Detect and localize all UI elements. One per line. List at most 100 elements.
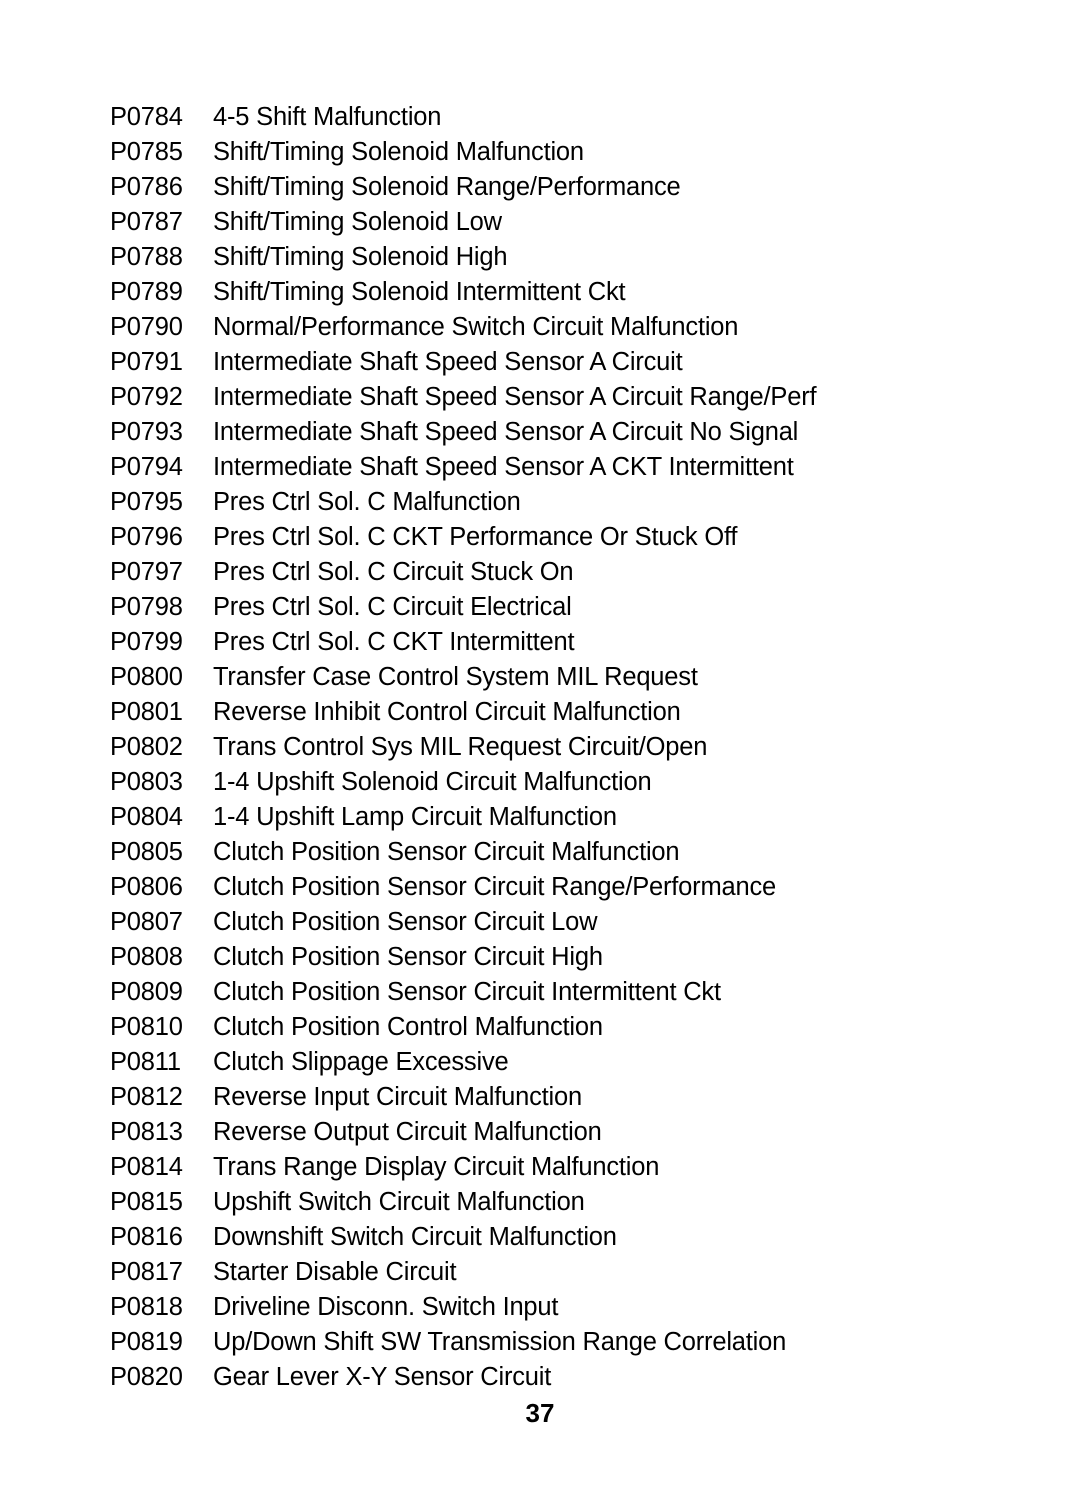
code-row: P0789 Shift/Timing Solenoid Intermittent … bbox=[110, 275, 990, 310]
code-id: P0800 bbox=[110, 663, 183, 691]
code-row: P0799 Pres Ctrl Sol. C CKT Intermittent bbox=[110, 625, 990, 660]
code-row: P0816 Downshift Switch Circuit Malfunctio… bbox=[110, 1220, 990, 1255]
code-description: Gear Lever X-Y Sensor Circuit bbox=[213, 1363, 552, 1391]
code-id: P0808 bbox=[110, 943, 183, 971]
code-row: P0800 Transfer Case Control System MIL Re… bbox=[110, 660, 990, 695]
code-row: P0813 Reverse Output Circuit Malfunction bbox=[110, 1115, 990, 1150]
code-row: P0806 Clutch Position Sensor Circuit Rang… bbox=[110, 870, 990, 905]
code-row: P0798 Pres Ctrl Sol. C Circuit Electrical bbox=[110, 590, 990, 625]
code-id: P0793 bbox=[110, 418, 183, 446]
code-description: Shift/Timing Solenoid Low bbox=[213, 208, 502, 236]
code-id: P0806 bbox=[110, 873, 183, 901]
code-description: Clutch Slippage Excessive bbox=[213, 1048, 509, 1076]
code-description: Intermediate Shaft Speed Sensor A CKT In… bbox=[213, 453, 794, 481]
code-id: P0788 bbox=[110, 243, 183, 271]
code-description: Pres Ctrl Sol. C Malfunction bbox=[213, 488, 521, 516]
code-description: Clutch Position Control Malfunction bbox=[213, 1013, 603, 1041]
code-id: P0816 bbox=[110, 1223, 183, 1251]
code-description: Shift/Timing Solenoid Intermittent Ckt bbox=[213, 278, 626, 306]
code-row: P0820 Gear Lever X-Y Sensor Circuit bbox=[110, 1360, 990, 1395]
code-row: P0814 Trans Range Display Circuit Malfunc… bbox=[110, 1150, 990, 1185]
code-description: Clutch Position Sensor Circuit Intermitt… bbox=[213, 978, 721, 1006]
code-id: P0794 bbox=[110, 453, 183, 481]
code-description: Pres Ctrl Sol. C CKT Intermittent bbox=[213, 628, 575, 656]
code-id: P0792 bbox=[110, 383, 183, 411]
code-row: P0818 Driveline Disconn. Switch Input bbox=[110, 1290, 990, 1325]
code-id: P0795 bbox=[110, 488, 183, 516]
code-id: P0805 bbox=[110, 838, 183, 866]
code-id: P0801 bbox=[110, 698, 183, 726]
code-description: Clutch Position Sensor Circuit Low bbox=[213, 908, 598, 936]
code-id: P0815 bbox=[110, 1188, 183, 1216]
code-description: Clutch Position Sensor Circuit High bbox=[213, 943, 603, 971]
code-description: Intermediate Shaft Speed Sensor A Circui… bbox=[213, 418, 799, 446]
diagnostic-code-list: P0784 4-5 Shift Malfunction P0785 Shift/Tim… bbox=[110, 100, 990, 1395]
code-id: P0799 bbox=[110, 628, 183, 656]
code-id: P0818 bbox=[110, 1293, 183, 1321]
code-row: P0791 Intermediate Shaft Speed Sensor A C… bbox=[110, 345, 990, 380]
code-row: P0787 Shift/Timing Solenoid Low bbox=[110, 205, 990, 240]
code-id: P0809 bbox=[110, 978, 183, 1006]
code-row: P0810 Clutch Position Control Malfunction bbox=[110, 1010, 990, 1045]
code-row: P0796 Pres Ctrl Sol. C CKT Performance Or… bbox=[110, 520, 990, 555]
code-description: Starter Disable Circuit bbox=[213, 1258, 457, 1286]
code-id: P0787 bbox=[110, 208, 183, 236]
code-description: Shift/Timing Solenoid Range/Performance bbox=[213, 173, 681, 201]
code-row: P0803 1-4 Upshift Solenoid Circuit Malfun… bbox=[110, 765, 990, 800]
code-description: Up/Down Shift SW Transmission Range Corr… bbox=[213, 1328, 787, 1356]
code-row: P0797 Pres Ctrl Sol. C Circuit Stuck On bbox=[110, 555, 990, 590]
code-row: P0807 Clutch Position Sensor Circuit Low bbox=[110, 905, 990, 940]
page-number: 37 bbox=[525, 1398, 555, 1428]
code-row: P0808 Clutch Position Sensor Circuit High bbox=[110, 940, 990, 975]
code-row: P0794 Intermediate Shaft Speed Sensor A C… bbox=[110, 450, 990, 485]
code-id: P0819 bbox=[110, 1328, 183, 1356]
code-description: 4-5 Shift Malfunction bbox=[213, 103, 442, 131]
code-id: P0814 bbox=[110, 1153, 183, 1181]
code-row: P0788 Shift/Timing Solenoid High bbox=[110, 240, 990, 275]
code-id: P0791 bbox=[110, 348, 183, 376]
code-row: P0795 Pres Ctrl Sol. C Malfunction bbox=[110, 485, 990, 520]
code-id: P0796 bbox=[110, 523, 183, 551]
code-description: Normal/Performance Switch Circuit Malfun… bbox=[213, 313, 739, 341]
code-row: P0811 Clutch Slippage Excessive bbox=[110, 1045, 990, 1080]
code-id: P0802 bbox=[110, 733, 183, 761]
code-description: Reverse Output Circuit Malfunction bbox=[213, 1118, 602, 1146]
code-description: Pres Ctrl Sol. C Circuit Electrical bbox=[213, 593, 572, 621]
code-description: 1-4 Upshift Lamp Circuit Malfunction bbox=[213, 803, 617, 831]
code-row: P0802 Trans Control Sys MIL Request Circu… bbox=[110, 730, 990, 765]
code-description: Clutch Position Sensor Circuit Malfuncti… bbox=[213, 838, 680, 866]
code-row: P0805 Clutch Position Sensor Circuit Malf… bbox=[110, 835, 990, 870]
code-description: Intermediate Shaft Speed Sensor A Circui… bbox=[213, 383, 817, 411]
code-row: P0819 Up/Down Shift SW Transmission Range… bbox=[110, 1325, 990, 1360]
code-description: Trans Control Sys MIL Request Circuit/Op… bbox=[213, 733, 708, 761]
code-id: P0812 bbox=[110, 1083, 183, 1111]
document-page: P0784 4-5 Shift Malfunction P0785 Shift/Tim… bbox=[0, 0, 1080, 1512]
code-description: Clutch Position Sensor Circuit Range/Per… bbox=[213, 873, 776, 901]
code-description: Shift/Timing Solenoid Malfunction bbox=[213, 138, 584, 166]
code-description: Intermediate Shaft Speed Sensor A Circui… bbox=[213, 348, 683, 376]
code-id: P0803 bbox=[110, 768, 183, 796]
code-id: P0785 bbox=[110, 138, 183, 166]
code-description: Pres Ctrl Sol. C Circuit Stuck On bbox=[213, 558, 574, 586]
code-id: P0813 bbox=[110, 1118, 183, 1146]
code-row: P0792 Intermediate Shaft Speed Sensor A C… bbox=[110, 380, 990, 415]
code-description: Downshift Switch Circuit Malfunction bbox=[213, 1223, 617, 1251]
code-id: P0810 bbox=[110, 1013, 183, 1041]
code-id: P0784 bbox=[110, 103, 183, 131]
code-row: P0809 Clutch Position Sensor Circuit Inte… bbox=[110, 975, 990, 1010]
code-id: P0820 bbox=[110, 1363, 183, 1391]
code-id: P0798 bbox=[110, 593, 183, 621]
code-id: P0811 bbox=[110, 1048, 181, 1076]
code-row: P0786 Shift/Timing Solenoid Range/Perform… bbox=[110, 170, 990, 205]
code-id: P0790 bbox=[110, 313, 183, 341]
code-description: Shift/Timing Solenoid High bbox=[213, 243, 508, 271]
code-description: Reverse Input Circuit Malfunction bbox=[213, 1083, 582, 1111]
code-id: P0789 bbox=[110, 278, 183, 306]
code-row: P0812 Reverse Input Circuit Malfunction bbox=[110, 1080, 990, 1115]
code-description: Reverse Inhibit Control Circuit Malfunct… bbox=[213, 698, 681, 726]
code-id: P0797 bbox=[110, 558, 183, 586]
code-row: P0790 Normal/Performance Switch Circuit M… bbox=[110, 310, 990, 345]
code-description: Upshift Switch Circuit Malfunction bbox=[213, 1188, 585, 1216]
code-description: Driveline Disconn. Switch Input bbox=[213, 1293, 559, 1321]
code-row: P0793 Intermediate Shaft Speed Sensor A C… bbox=[110, 415, 990, 450]
